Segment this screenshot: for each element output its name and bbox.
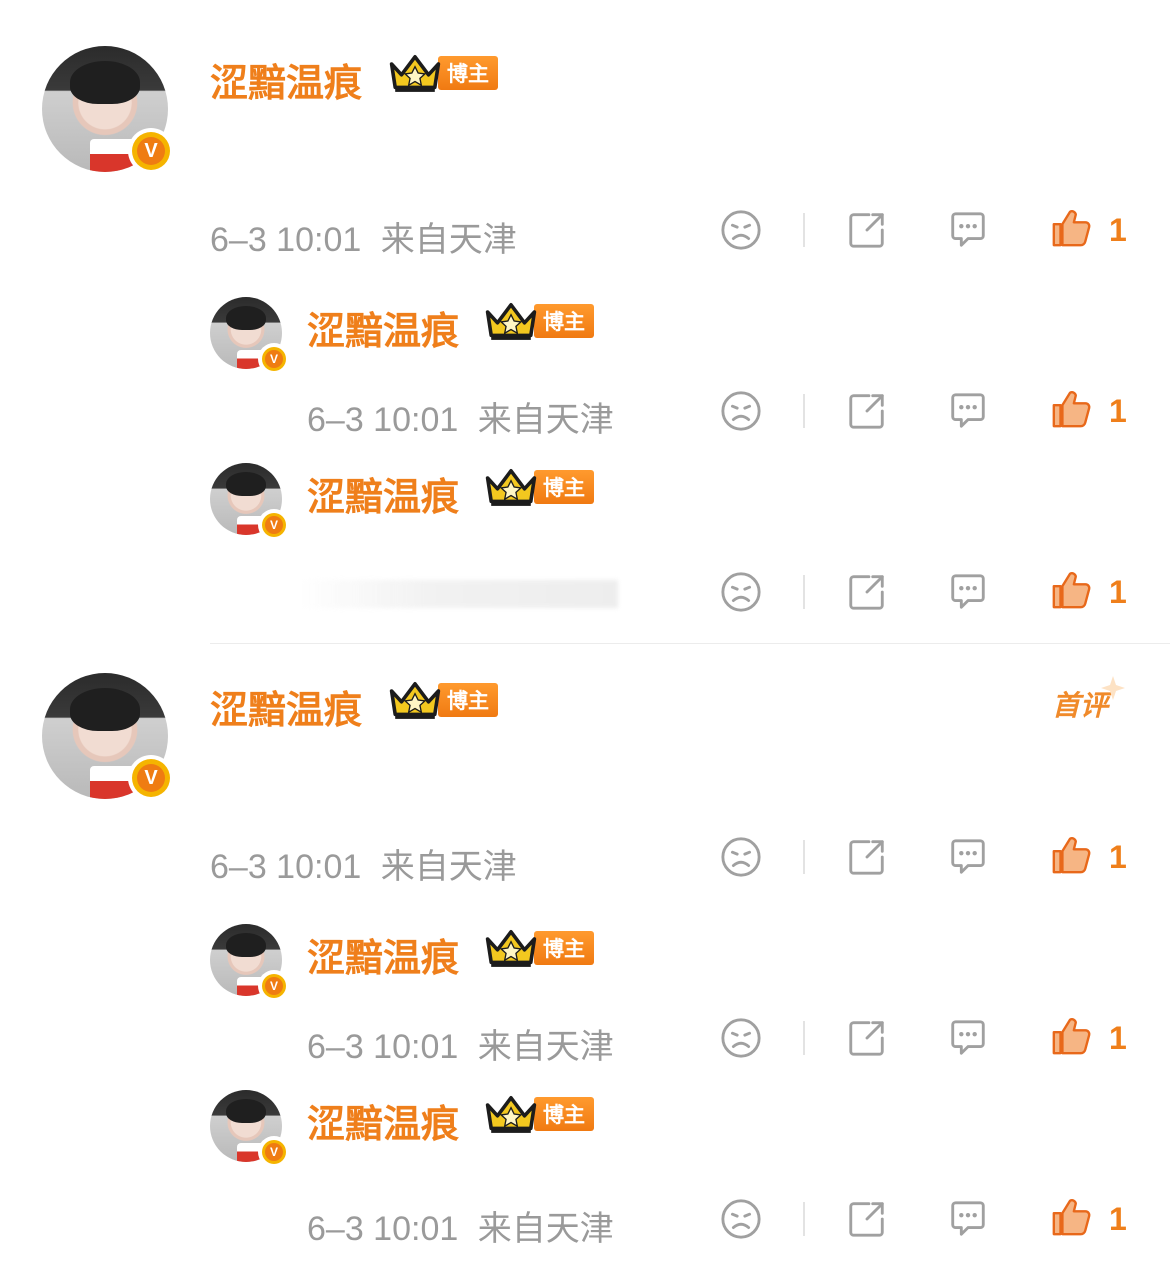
comment-location: 来自天津 [380, 848, 517, 886]
blogger-tag: 博主 [388, 52, 498, 94]
like-count: 1 [1109, 393, 1127, 429]
crown-icon [484, 927, 538, 969]
verified-badge-icon: V [262, 513, 286, 537]
thumbs-up-icon[interactable] [1050, 834, 1092, 876]
blogger-tag-label: 博主 [534, 304, 594, 338]
crown-icon [484, 1093, 538, 1135]
reply-username[interactable]: 涩黯温痕 [307, 466, 459, 521]
verified-badge-icon: V [262, 1140, 286, 1164]
share-icon[interactable] [846, 209, 888, 251]
crown-icon [484, 300, 538, 342]
sad-face-icon[interactable] [720, 571, 762, 613]
share-icon[interactable] [846, 1017, 888, 1059]
username[interactable]: 涩黯温痕 [210, 52, 362, 107]
like-count: 1 [1109, 212, 1127, 248]
like-count: 1 [1109, 839, 1127, 875]
comment-time: 6–3 10:01 [307, 1028, 459, 1066]
blogger-tag: 博主 [484, 1093, 594, 1135]
comment-location: 来自天津 [477, 1210, 614, 1248]
verified-badge-icon: V [262, 974, 286, 998]
reply-meta: 6–3 10:01 来自天津 [307, 1201, 614, 1250]
like-count: 1 [1109, 1201, 1127, 1237]
share-icon[interactable] [846, 571, 888, 613]
blogger-tag-label: 博主 [534, 931, 594, 965]
sad-face-icon[interactable] [720, 390, 762, 432]
blogger-tag-label: 博主 [534, 470, 594, 504]
comment-time: 6–3 10:01 [307, 1210, 459, 1248]
crown-icon [484, 466, 538, 508]
comment-time: 6–3 10:01 [307, 401, 459, 439]
comment-time: 6–3 10:01 [210, 221, 362, 259]
sad-face-icon[interactable] [720, 209, 762, 251]
sad-face-icon[interactable] [720, 836, 762, 878]
like-count: 1 [1109, 1020, 1127, 1056]
share-icon[interactable] [846, 390, 888, 432]
blogger-tag: 博主 [484, 466, 594, 508]
comment-icon[interactable] [947, 1198, 989, 1240]
comment-thread-2: V 涩黯温痕 博主 首评 6–3 10:01 来自天津 1 V 涩黯温痕 博主 … [0, 644, 1170, 1268]
thumbs-up-icon[interactable] [1050, 1196, 1092, 1238]
verified-badge-icon: V [132, 759, 170, 797]
reply-username[interactable]: 涩黯温痕 [307, 300, 459, 355]
comment-icon[interactable] [947, 836, 989, 878]
share-icon[interactable] [846, 836, 888, 878]
share-icon[interactable] [846, 1198, 888, 1240]
comment-icon[interactable] [947, 390, 989, 432]
thumbs-up-icon[interactable] [1050, 388, 1092, 430]
thumbs-up-icon[interactable] [1050, 1015, 1092, 1057]
divider [803, 575, 805, 609]
verified-badge-icon: V [262, 347, 286, 371]
reply-username[interactable]: 涩黯温痕 [307, 1093, 459, 1148]
blogger-tag-label: 博主 [438, 56, 498, 90]
comment-meta: 6–3 10:01 来自天津 [210, 839, 517, 888]
like-count: 1 [1109, 574, 1127, 610]
comment-thread-1: V 涩黯温痕 博主 6–3 10:01 来自天津 1 V 涩黯温痕 博主 6–3… [0, 0, 1170, 640]
avatar[interactable]: V [42, 673, 170, 799]
thumbs-up-icon[interactable] [1050, 207, 1092, 249]
comment-icon[interactable] [947, 1017, 989, 1059]
comment-location: 来自天津 [477, 401, 614, 439]
comment-location: 来自天津 [380, 221, 517, 259]
blogger-tag-label: 博主 [438, 683, 498, 717]
reply-meta-obscured [296, 580, 618, 608]
avatar[interactable]: V [42, 46, 170, 172]
comment-location: 来自天津 [477, 1028, 614, 1066]
reply-avatar[interactable]: V [210, 1090, 286, 1164]
divider [803, 1202, 805, 1236]
reply-meta: 6–3 10:01 来自天津 [307, 1019, 614, 1068]
comment-icon[interactable] [947, 571, 989, 613]
comment-icon[interactable] [947, 209, 989, 251]
blogger-tag: 博主 [484, 300, 594, 342]
star-sparkle-icon [1101, 676, 1125, 700]
verified-badge-icon: V [132, 132, 170, 170]
thumbs-up-icon[interactable] [1050, 569, 1092, 611]
username[interactable]: 涩黯温痕 [210, 679, 362, 734]
crown-icon [388, 52, 442, 94]
blogger-tag-label: 博主 [534, 1097, 594, 1131]
reply-avatar[interactable]: V [210, 297, 286, 371]
divider [803, 840, 805, 874]
divider [803, 213, 805, 247]
comment-meta: 6–3 10:01 来自天津 [210, 212, 517, 261]
divider [803, 1021, 805, 1055]
reply-avatar[interactable]: V [210, 463, 286, 537]
reply-avatar[interactable]: V [210, 924, 286, 998]
blogger-tag: 博主 [388, 679, 498, 721]
reply-username[interactable]: 涩黯温痕 [307, 927, 459, 982]
sad-face-icon[interactable] [720, 1017, 762, 1059]
crown-icon [388, 679, 442, 721]
reply-meta: 6–3 10:01 来自天津 [307, 392, 614, 441]
blogger-tag: 博主 [484, 927, 594, 969]
sad-face-icon[interactable] [720, 1198, 762, 1240]
comment-time: 6–3 10:01 [210, 848, 362, 886]
divider [803, 394, 805, 428]
